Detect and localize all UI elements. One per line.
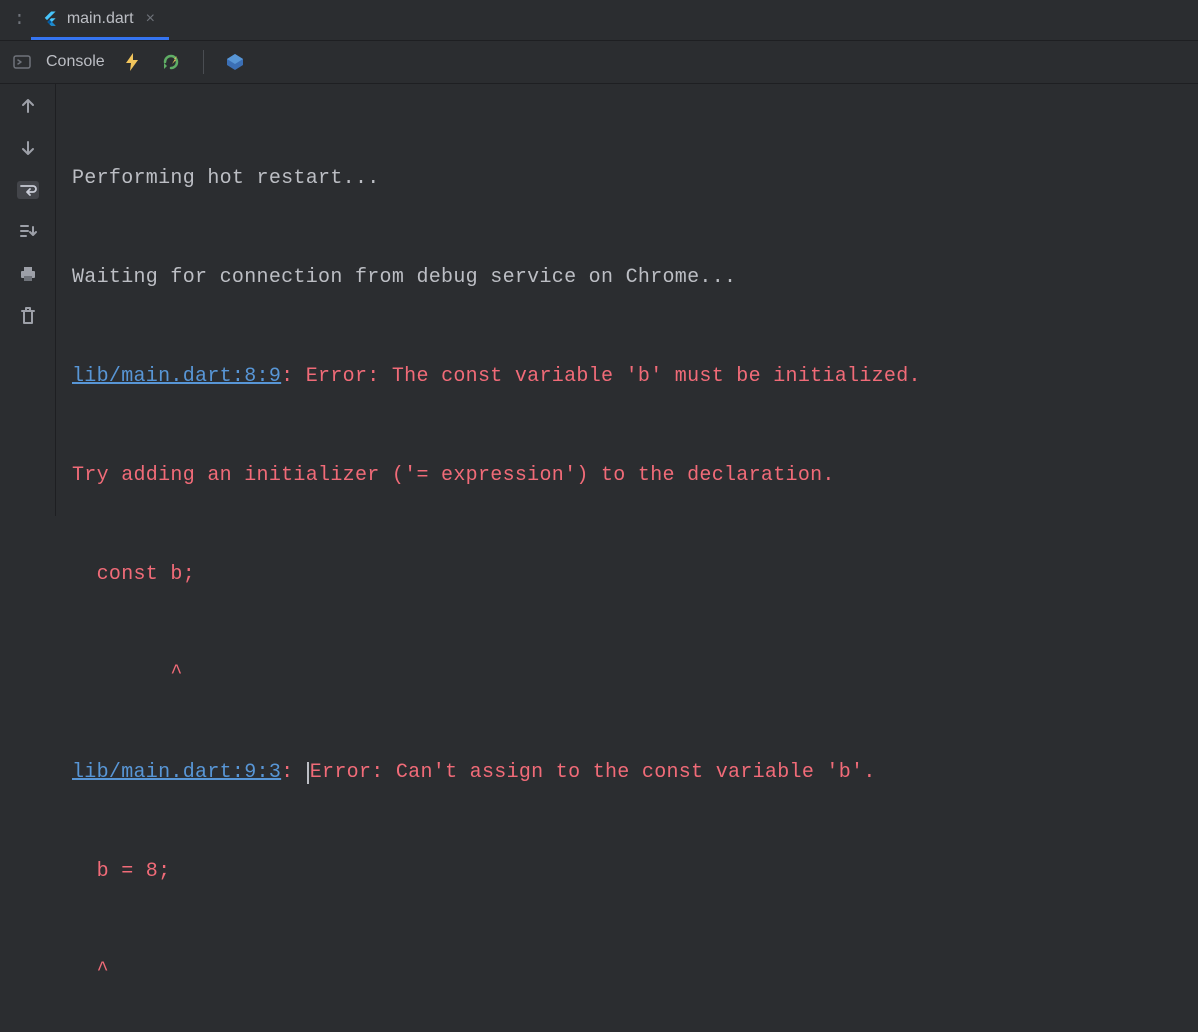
trash-icon[interactable] <box>16 304 40 328</box>
console-line: Performing hot restart... <box>72 162 1182 195</box>
error-text: : <box>281 761 306 784</box>
toolbar-divider <box>203 50 204 74</box>
error-text: : Error: The const variable 'b' must be … <box>281 365 921 388</box>
console-error-line: Try adding an initializer ('= expression… <box>72 459 1182 492</box>
tab-overflow-indicator: : <box>8 10 31 30</box>
flutter-icon <box>41 10 59 28</box>
file-link[interactable]: lib/main.dart:8:9 <box>72 365 281 388</box>
console-line: Waiting for connection from debug servic… <box>72 261 1182 294</box>
file-link[interactable]: lib/main.dart:9:3 <box>72 761 281 784</box>
lightning-icon[interactable] <box>119 49 145 75</box>
print-icon[interactable] <box>16 262 40 286</box>
content-area: Performing hot restart... Waiting for co… <box>0 84 1198 516</box>
error-text: Error: Can't assign to the const variabl… <box>310 761 876 784</box>
console-label: Console <box>46 53 105 71</box>
arrow-down-icon[interactable] <box>16 136 40 160</box>
tab-bar: : main.dart × <box>0 0 1198 40</box>
console-error-line: lib/main.dart:9:3: Error: Can't assign t… <box>72 756 1182 789</box>
devtools-icon[interactable] <box>222 49 248 75</box>
close-icon[interactable]: × <box>142 10 160 28</box>
console-caret-line: ^ <box>72 657 1182 690</box>
console-caret-line: ^ <box>72 954 1182 987</box>
text-cursor <box>307 762 309 784</box>
arrow-up-icon[interactable] <box>16 94 40 118</box>
console-code-line: b = 8; <box>72 855 1182 888</box>
file-tab-main-dart[interactable]: main.dart × <box>31 0 169 40</box>
scroll-to-end-icon[interactable] <box>16 220 40 244</box>
console-toolbar: Console <box>0 40 1198 84</box>
expand-icon[interactable] <box>12 52 32 72</box>
console-gutter <box>0 84 56 516</box>
tab-label: main.dart <box>67 10 134 28</box>
console-output[interactable]: Performing hot restart... Waiting for co… <box>56 84 1198 516</box>
console-code-line: const b; <box>72 558 1182 591</box>
soft-wrap-icon[interactable] <box>16 178 40 202</box>
console-error-line: lib/main.dart:8:9: Error: The const vari… <box>72 360 1182 393</box>
restart-icon[interactable] <box>159 49 185 75</box>
